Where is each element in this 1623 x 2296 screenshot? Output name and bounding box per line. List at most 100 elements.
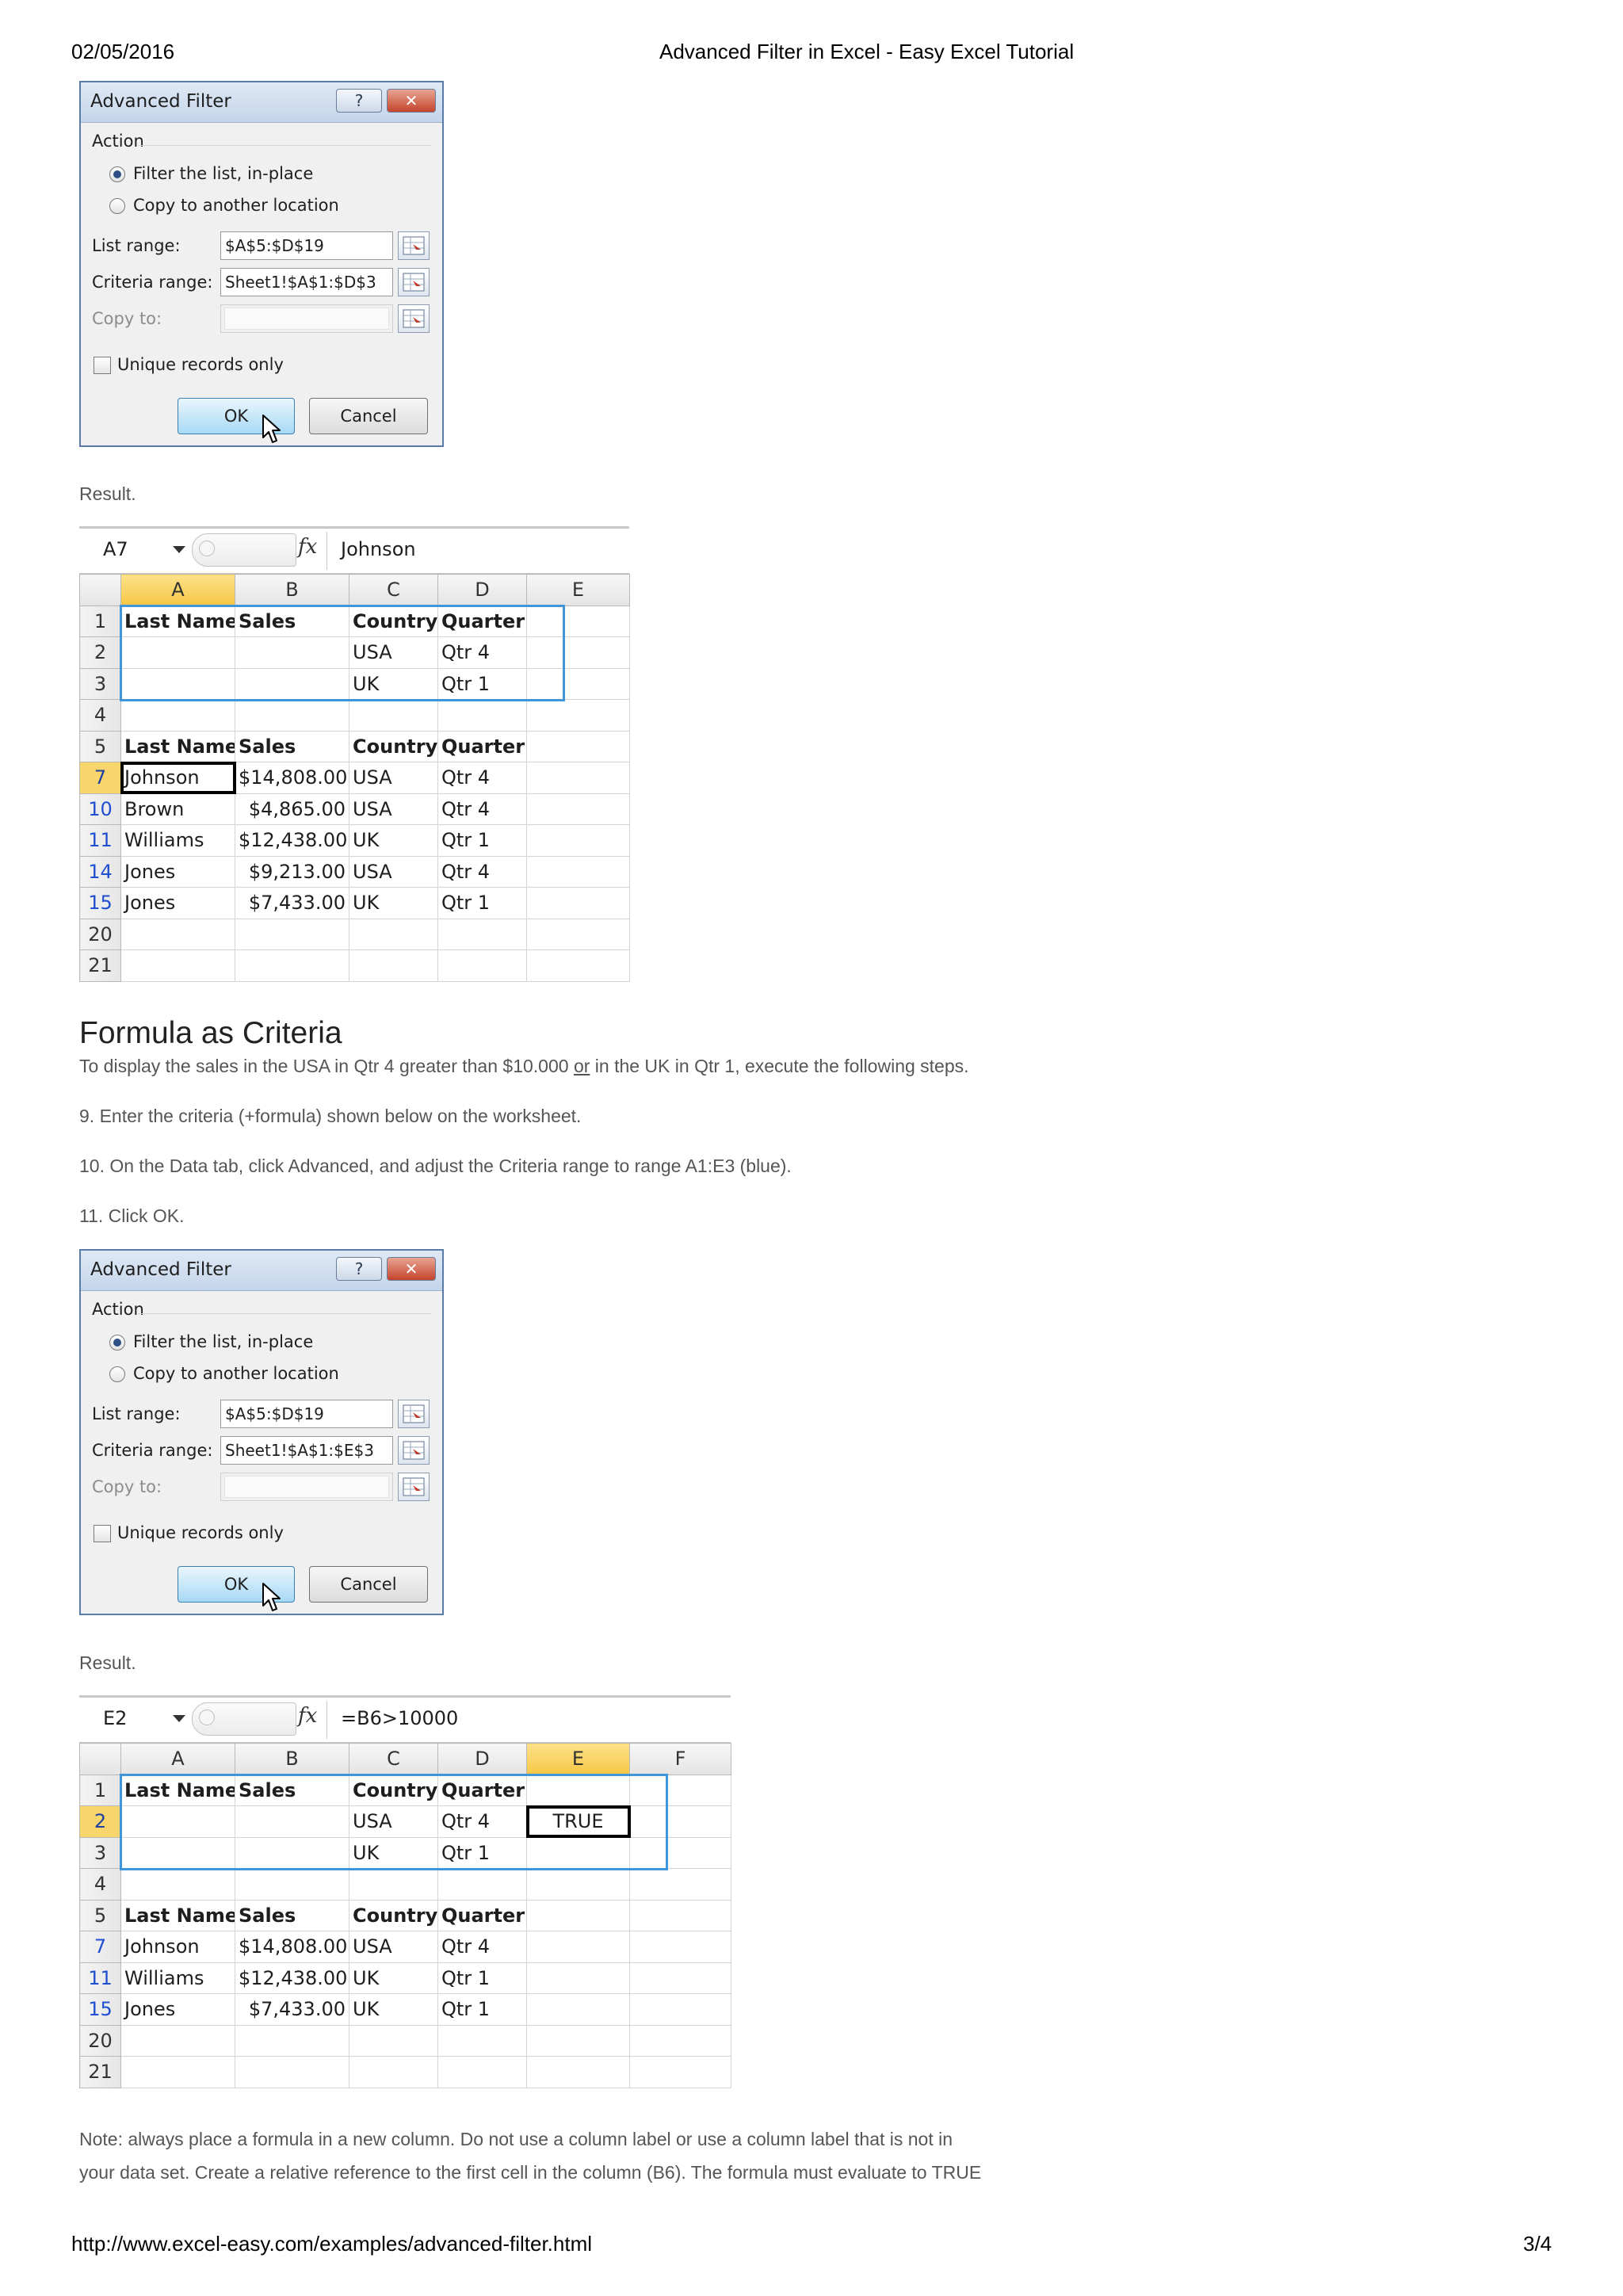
cell[interactable] bbox=[526, 730, 630, 762]
column-header-c[interactable]: C bbox=[349, 574, 438, 606]
row-header[interactable]: 1 bbox=[79, 1774, 121, 1806]
unique-records-checkbox[interactable] bbox=[94, 357, 111, 374]
cell[interactable] bbox=[526, 949, 630, 982]
row-header[interactable]: 2 bbox=[79, 1805, 121, 1838]
cell[interactable]: Quarter bbox=[437, 730, 527, 762]
cell[interactable]: Quarter bbox=[437, 1774, 527, 1806]
cell[interactable]: UK bbox=[349, 824, 438, 857]
cell[interactable]: Quarter bbox=[437, 1899, 527, 1931]
cell[interactable]: Last Name bbox=[120, 730, 235, 762]
cell[interactable] bbox=[437, 949, 527, 982]
unique-records-checkbox[interactable] bbox=[94, 1525, 111, 1542]
cell[interactable] bbox=[629, 2024, 731, 2057]
cell[interactable] bbox=[120, 636, 235, 669]
cell[interactable] bbox=[526, 2056, 630, 2088]
cell[interactable]: Qtr 1 bbox=[437, 1962, 527, 1994]
cell[interactable]: Qtr 4 bbox=[437, 1931, 527, 1963]
cell[interactable] bbox=[349, 918, 438, 950]
column-header-d[interactable]: D bbox=[437, 1743, 527, 1775]
cell[interactable]: Country bbox=[349, 730, 438, 762]
row-header[interactable]: 2 bbox=[79, 636, 121, 669]
cell[interactable] bbox=[629, 1774, 731, 1806]
cell[interactable] bbox=[120, 949, 235, 982]
insert-function-icon[interactable]: fx bbox=[298, 1704, 317, 1728]
column-header-e[interactable]: E bbox=[526, 574, 630, 606]
cell[interactable] bbox=[120, 2056, 235, 2088]
filter-in-place-radio[interactable] bbox=[109, 1335, 125, 1350]
row-header[interactable]: 4 bbox=[79, 699, 121, 732]
cell[interactable]: Johnson bbox=[120, 1931, 235, 1963]
cell[interactable] bbox=[526, 699, 630, 732]
active-cell[interactable]: TRUE bbox=[525, 1805, 631, 1838]
cell[interactable]: Country bbox=[349, 605, 438, 637]
select-all-corner[interactable] bbox=[79, 574, 121, 606]
cell[interactable] bbox=[526, 1774, 630, 1806]
row-header[interactable]: 20 bbox=[79, 2024, 121, 2057]
cell[interactable]: USA bbox=[349, 1805, 438, 1838]
cell[interactable]: $12,438.00 bbox=[235, 824, 349, 857]
cell[interactable]: UK bbox=[349, 667, 438, 700]
cell[interactable] bbox=[120, 2024, 235, 2057]
cell[interactable] bbox=[526, 793, 630, 825]
help-button[interactable]: ? bbox=[336, 89, 382, 113]
list-range-collapse-button[interactable] bbox=[398, 1400, 430, 1428]
cell[interactable]: UK bbox=[349, 1993, 438, 2026]
cell[interactable]: UK bbox=[349, 1962, 438, 1994]
copy-to-location-radio[interactable] bbox=[109, 198, 125, 214]
cell[interactable]: Qtr 4 bbox=[437, 636, 527, 669]
cell[interactable] bbox=[629, 1899, 731, 1931]
column-header-a[interactable]: A bbox=[120, 574, 235, 606]
cell[interactable]: Sales bbox=[235, 605, 349, 637]
cell[interactable] bbox=[526, 1931, 630, 1963]
cell[interactable] bbox=[629, 1868, 731, 1901]
cell[interactable]: $7,433.00 bbox=[235, 1993, 349, 2026]
cell[interactable] bbox=[120, 1805, 235, 1838]
cell[interactable] bbox=[235, 2024, 349, 2057]
row-header[interactable]: 7 bbox=[79, 762, 121, 794]
cell[interactable] bbox=[526, 605, 630, 637]
cell[interactable] bbox=[235, 667, 349, 700]
cell[interactable] bbox=[629, 1993, 731, 2026]
cell[interactable] bbox=[235, 1836, 349, 1869]
cell[interactable] bbox=[629, 1931, 731, 1963]
cancel-button[interactable]: Cancel bbox=[309, 398, 428, 434]
name-box[interactable]: E2 bbox=[103, 1707, 127, 1729]
cell[interactable]: UK bbox=[349, 887, 438, 919]
cell[interactable] bbox=[526, 887, 630, 919]
cell[interactable]: Country bbox=[349, 1774, 438, 1806]
active-cell[interactable]: Johnson bbox=[120, 761, 236, 794]
row-header[interactable]: 11 bbox=[79, 1962, 121, 1994]
close-button[interactable]: ✕ bbox=[387, 89, 436, 113]
cell[interactable]: Qtr 4 bbox=[437, 855, 527, 888]
criteria-range-collapse-button[interactable] bbox=[398, 268, 430, 296]
cell[interactable] bbox=[235, 1868, 349, 1901]
cell[interactable] bbox=[526, 1962, 630, 1994]
cell[interactable]: Qtr 1 bbox=[437, 887, 527, 919]
cell[interactable] bbox=[526, 1899, 630, 1931]
cell[interactable] bbox=[120, 667, 235, 700]
column-header-f[interactable]: F bbox=[629, 1743, 731, 1775]
row-header[interactable]: 1 bbox=[79, 605, 121, 637]
criteria-range-input[interactable]: Sheet1!$A$1:$D$3 bbox=[220, 268, 393, 296]
cell[interactable]: Last Name bbox=[120, 1774, 235, 1806]
cell[interactable] bbox=[349, 2056, 438, 2088]
cell[interactable]: Jones bbox=[120, 1993, 235, 2026]
column-header-e[interactable]: E bbox=[526, 1743, 630, 1775]
cell[interactable] bbox=[437, 918, 527, 950]
cell[interactable]: Quarter bbox=[437, 605, 527, 637]
cell[interactable] bbox=[629, 1962, 731, 1994]
formula-input[interactable]: =B6>10000 bbox=[341, 1707, 458, 1729]
cell[interactable]: Qtr 1 bbox=[437, 1836, 527, 1869]
cell[interactable] bbox=[235, 918, 349, 950]
cell[interactable] bbox=[235, 2056, 349, 2088]
cell[interactable]: Williams bbox=[120, 1962, 235, 1994]
cell[interactable] bbox=[526, 762, 630, 794]
list-range-collapse-button[interactable] bbox=[398, 231, 430, 260]
cell[interactable]: USA bbox=[349, 762, 438, 794]
cell[interactable] bbox=[526, 918, 630, 950]
cell[interactable]: USA bbox=[349, 855, 438, 888]
column-header-a[interactable]: A bbox=[120, 1743, 235, 1775]
cell[interactable] bbox=[349, 949, 438, 982]
cell[interactable] bbox=[526, 667, 630, 700]
cell[interactable]: $7,433.00 bbox=[235, 887, 349, 919]
